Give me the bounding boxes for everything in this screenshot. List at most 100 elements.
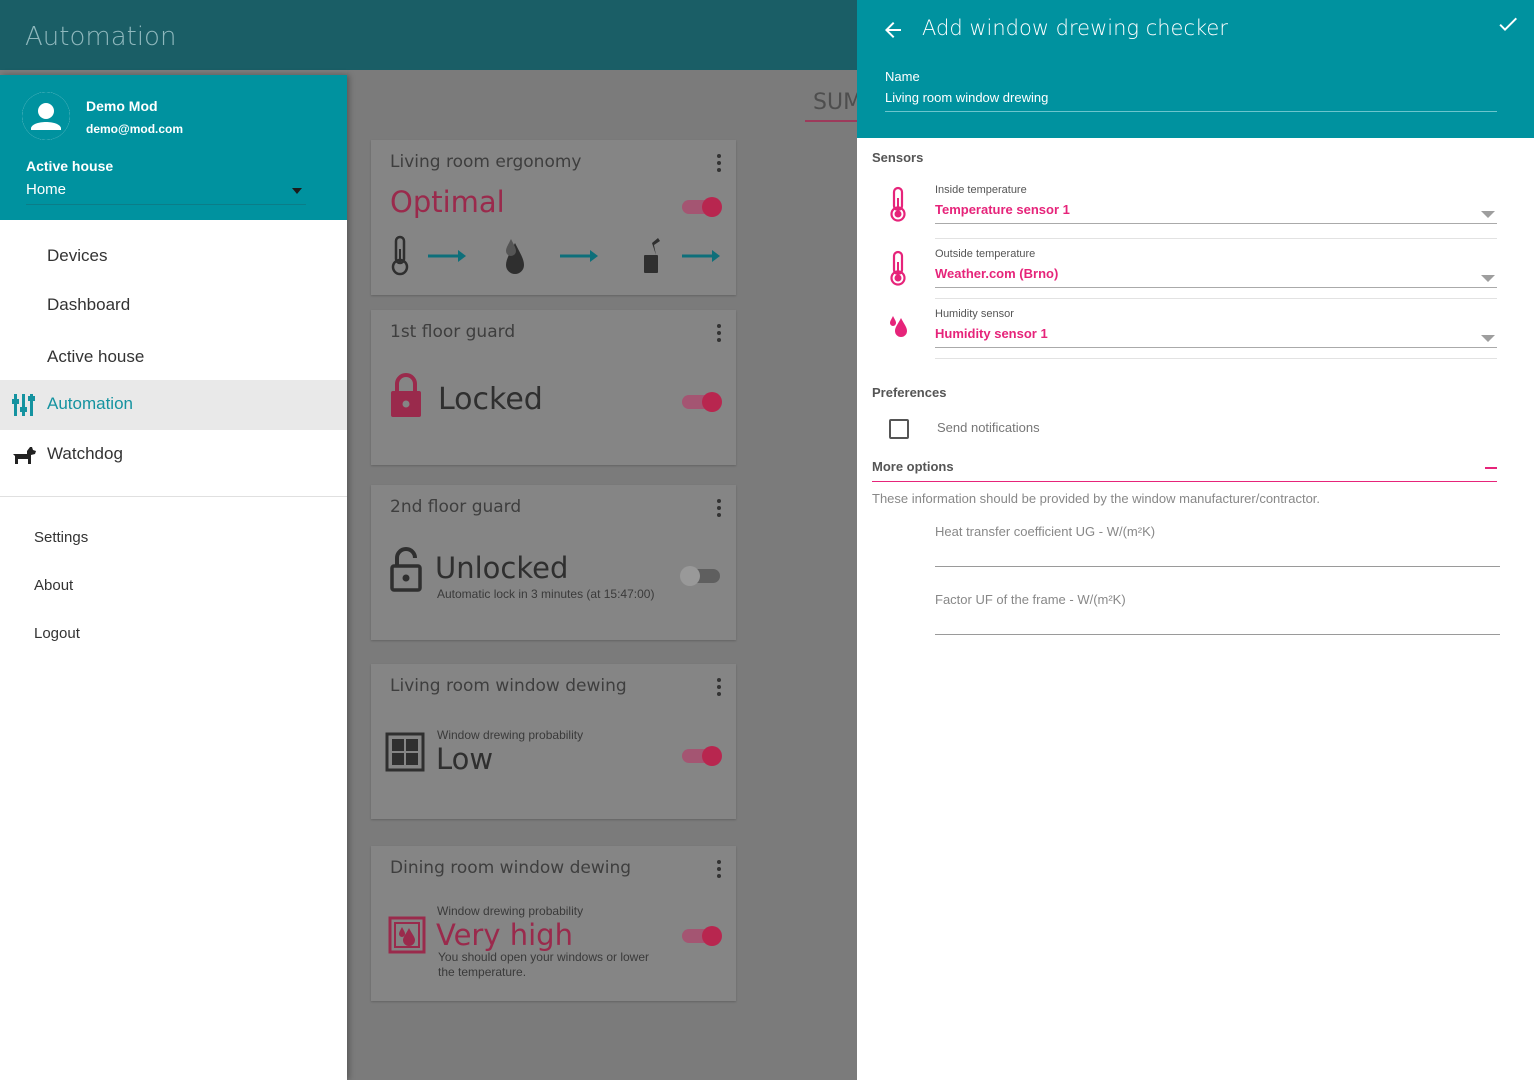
user-email: demo@mod.com <box>86 122 184 136</box>
nav-item-automation[interactable]: Automation <box>0 380 347 430</box>
active-house-select[interactable]: Home <box>26 181 306 205</box>
more-options-info: These information should be provided by … <box>872 491 1321 506</box>
nav-item-label: Active house <box>47 347 145 366</box>
card-toggle[interactable] <box>682 926 722 946</box>
nav-item-label: Devices <box>47 246 108 265</box>
more-menu-icon[interactable] <box>716 499 722 519</box>
app-title: Automation <box>25 22 177 52</box>
sensor-label: Inside temperature <box>935 184 1027 196</box>
arrow-right-icon <box>682 250 720 262</box>
sensor-value: Humidity sensor 1 <box>935 326 1048 341</box>
ergonomy-flow-icons <box>391 235 720 276</box>
nav-item-active-house[interactable]: Active house <box>0 333 347 383</box>
card-detail-line1: You should open your windows or lower <box>438 950 650 964</box>
sensors-section-title: Sensors <box>872 150 924 165</box>
back-arrow-icon[interactable] <box>881 18 905 42</box>
card-living-room-ergonomy[interactable]: Living room ergonomy Optimal <box>371 140 736 295</box>
lock-open-icon <box>390 547 422 592</box>
confirm-check-icon[interactable] <box>1496 12 1520 36</box>
user-name: Demo Mod <box>86 98 158 114</box>
card-caption: Window drewing probability <box>437 904 584 918</box>
dog-icon <box>13 447 36 464</box>
active-house-value: Home <box>26 181 67 198</box>
card-status: Unlocked <box>435 551 569 585</box>
nav-item-devices[interactable]: Devices <box>0 232 347 282</box>
nav-item-watchdog[interactable]: Watchdog <box>0 430 347 480</box>
nav-item-label: Dashboard <box>47 295 131 314</box>
dropdown-caret-icon <box>1481 275 1495 282</box>
name-input[interactable]: Living room window drewing <box>885 90 1497 112</box>
card-status: Very high <box>436 918 573 952</box>
panel-title: Add window drewing checker <box>922 16 1228 40</box>
avatar-icon[interactable] <box>22 92 70 140</box>
card-title: Living room window dewing <box>390 676 627 696</box>
card-title: 1st floor guard <box>390 322 516 342</box>
nav-item-about[interactable]: About <box>34 577 73 594</box>
send-notifications-checkbox[interactable] <box>889 419 909 439</box>
card-status: Low <box>436 742 494 776</box>
navigation-drawer: Demo Mod demo@mod.com Active house Home … <box>0 75 347 1080</box>
send-notifications-label[interactable]: Send notifications <box>937 420 1040 435</box>
humidity-icon <box>506 239 524 274</box>
more-options-toggle[interactable]: More options <box>872 458 1497 482</box>
nav-item-logout[interactable]: Logout <box>34 625 80 642</box>
more-options-label: More options <box>872 459 954 474</box>
sensor-label: Humidity sensor <box>935 308 1014 320</box>
card-status: Optimal <box>390 185 505 219</box>
card-title: 2nd floor guard <box>390 497 522 517</box>
card-caption: Window drewing probability <box>437 728 584 742</box>
nav-item-dashboard[interactable]: Dashboard <box>0 281 347 331</box>
dropdown-caret-icon <box>1481 211 1495 218</box>
card-detail: Automatic lock in 3 minutes (at 15:47:00… <box>437 587 655 601</box>
sliders-icon <box>12 394 35 416</box>
card-title: Dining room window dewing <box>390 858 632 878</box>
dropdown-caret-icon <box>1481 335 1495 342</box>
arrow-right-icon <box>560 250 598 262</box>
arrow-right-icon <box>428 250 466 262</box>
card-title: Living room ergonomy <box>390 152 582 172</box>
drawer-divider <box>0 496 347 497</box>
collapse-icon[interactable] <box>1485 467 1497 469</box>
outside-temperature-select[interactable]: Weather.com (Brno) <box>935 266 1497 288</box>
preferences-section-title: Preferences <box>872 385 947 400</box>
more-menu-icon[interactable] <box>716 860 722 880</box>
humidity-sensor-select[interactable]: Humidity sensor 1 <box>935 326 1497 348</box>
window-dewing-icon <box>388 916 426 954</box>
window-icon <box>385 732 425 772</box>
drawer-header: Demo Mod demo@mod.com Active house Home <box>0 75 347 220</box>
card-status: Locked <box>438 382 543 417</box>
thermometer-icon <box>890 250 906 286</box>
name-label: Name <box>885 69 920 84</box>
inside-temperature-select[interactable]: Temperature sensor 1 <box>935 202 1497 224</box>
more-menu-icon[interactable] <box>716 678 722 698</box>
card-2nd-floor-guard[interactable]: 2nd floor guard Unlocked Automatic lock … <box>371 485 736 640</box>
active-house-label: Active house <box>26 158 114 174</box>
frame-factor-label: Factor UF of the frame - W/(m²K) <box>935 592 1126 607</box>
card-1st-floor-guard[interactable]: 1st floor guard Locked <box>371 310 736 465</box>
humidity-icon <box>890 316 907 337</box>
card-living-room-window-dewing[interactable]: Living room window dewing Window drewing… <box>371 664 736 819</box>
card-toggle[interactable] <box>682 197 722 217</box>
panel-header: Add window drewing checker Name Living r… <box>857 0 1534 138</box>
tab-indicator <box>805 120 857 122</box>
divider <box>935 358 1497 359</box>
heat-transfer-label: Heat transfer coefficient UG - W/(m²K) <box>935 524 1156 539</box>
thermometer-icon <box>391 235 409 276</box>
more-menu-icon[interactable] <box>716 154 722 174</box>
sensor-value: Temperature sensor 1 <box>935 202 1070 217</box>
sensor-label: Outside temperature <box>935 248 1036 260</box>
heat-transfer-input[interactable] <box>935 566 1500 567</box>
add-checker-panel: Add window drewing checker Name Living r… <box>857 0 1534 1080</box>
sensor-value: Weather.com (Brno) <box>935 266 1059 281</box>
card-toggle[interactable] <box>682 392 722 412</box>
frame-factor-input[interactable] <box>935 634 1500 635</box>
card-dining-room-window-dewing[interactable]: Dining room window dewing Window drewing… <box>371 846 736 1001</box>
card-toggle[interactable] <box>682 746 722 766</box>
nav-item-label: Automation <box>47 394 133 413</box>
nav-item-settings[interactable]: Settings <box>34 529 88 546</box>
thermometer-icon <box>890 186 906 222</box>
more-menu-icon[interactable] <box>716 324 722 344</box>
tab-summary[interactable]: SUM <box>813 90 862 115</box>
card-detail-line2: the temperature. <box>438 965 527 979</box>
card-toggle[interactable] <box>680 566 720 586</box>
